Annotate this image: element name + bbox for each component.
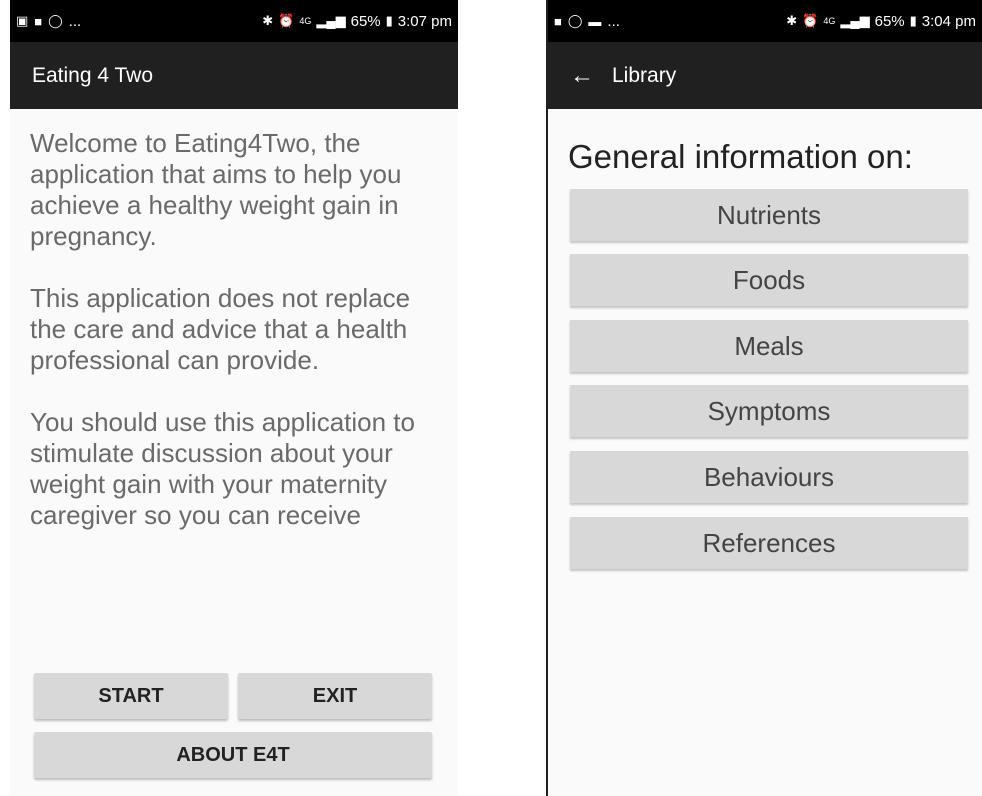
facebook-icon: ■ (34, 13, 43, 29)
references-button[interactable]: References (570, 517, 968, 569)
status-bar: ■ ◯ ▬ ... ✱ ⏰ 4G ▂▄▆ 65% ▮ 3:04 pm (548, 0, 982, 42)
signal-icon: ▂▄▆ (316, 13, 346, 28)
facebook-icon: ■ (554, 13, 562, 29)
paragraph-usage: You should use this application to stimu… (30, 407, 415, 530)
bluetooth-icon: ✱ (262, 13, 274, 28)
library-heading: General information on: (568, 138, 913, 175)
symptoms-button[interactable]: Symptoms (570, 385, 968, 437)
network-type: 4G (299, 15, 312, 26)
behaviours-button[interactable]: Behaviours (570, 451, 968, 503)
app-bar: Eating 4 Two (10, 42, 458, 109)
bluetooth-icon: ✱ (786, 13, 798, 28)
alarm-icon: ⏰ (278, 13, 295, 28)
signal-icon: ▂▄▆ (840, 13, 870, 28)
welcome-text[interactable]: Welcome to Eating4Two, the application t… (30, 128, 442, 664)
battery-icon: ▮ (909, 13, 917, 28)
battery-level: 65% (350, 12, 381, 30)
battery-icon: ▮ (385, 13, 393, 28)
start-button[interactable]: START (34, 673, 228, 719)
battery-level: 65% (874, 12, 905, 30)
app-bar: ← Library (548, 42, 982, 109)
whatsapp-icon: ◯ (48, 13, 63, 28)
message-icon: ▬ (588, 13, 602, 29)
nutrients-button[interactable]: Nutrients (570, 189, 968, 241)
status-time: 3:04 pm (921, 12, 976, 30)
paragraph-welcome: Welcome to Eating4Two, the application t… (30, 128, 402, 251)
network-type: 4G (823, 15, 836, 26)
app-title: Eating 4 Two (32, 63, 154, 87)
meals-button[interactable]: Meals (570, 320, 968, 372)
welcome-screen: ▣ ■ ◯ ... ✱ ⏰ 4G ▂▄▆ 65% ▮ 3:07 pm Eatin… (10, 0, 458, 796)
arrow-back-icon[interactable]: ← (570, 62, 594, 90)
status-time: 3:07 pm (397, 12, 452, 30)
more-notifications: ... (68, 12, 82, 30)
more-notifications: ... (607, 12, 620, 30)
foods-button[interactable]: Foods (570, 254, 968, 306)
whatsapp-icon: ◯ (567, 13, 583, 28)
gallery-icon: ▣ (16, 13, 29, 28)
paragraph-disclaimer: This application does not replace the ca… (30, 283, 411, 375)
about-button[interactable]: ABOUT E4T (34, 732, 432, 778)
status-bar: ▣ ■ ◯ ... ✱ ⏰ 4G ▂▄▆ 65% ▮ 3:07 pm (10, 0, 458, 42)
alarm-icon: ⏰ (802, 13, 819, 28)
library-screen: ■ ◯ ▬ ... ✱ ⏰ 4G ▂▄▆ 65% ▮ 3:04 pm ← Lib… (546, 0, 982, 796)
app-title: Library (612, 63, 677, 87)
exit-button[interactable]: EXIT (238, 673, 432, 719)
